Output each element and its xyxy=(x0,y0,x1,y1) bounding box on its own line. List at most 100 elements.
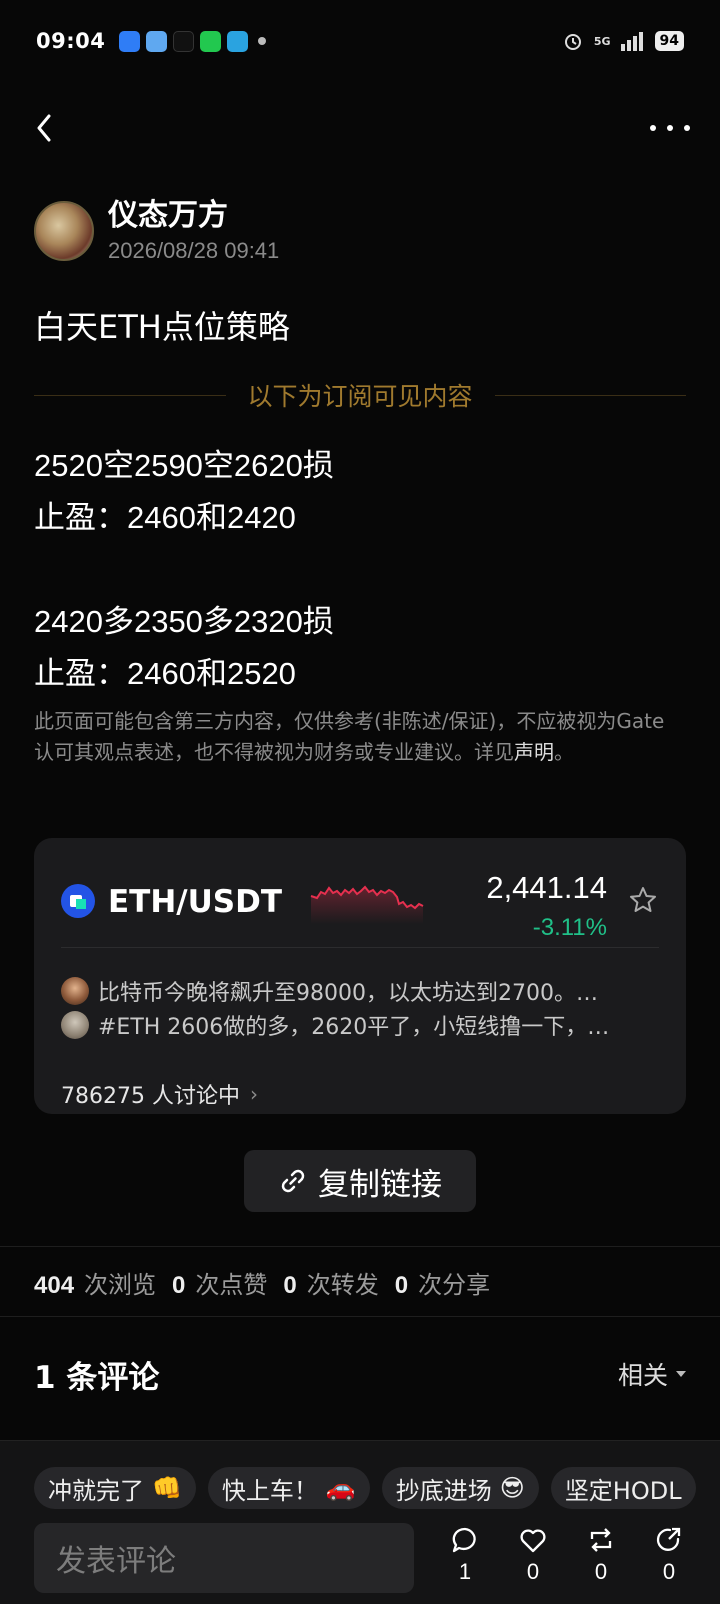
status-app-icons xyxy=(119,30,267,52)
divider-line xyxy=(494,394,687,396)
favorite-star-icon[interactable] xyxy=(627,884,659,916)
comment-sort-dropdown[interactable]: 相关 xyxy=(618,1356,686,1392)
shares-label: 次分享 xyxy=(418,1271,491,1299)
quick-reply-chip[interactable]: 冲就完了 👊 xyxy=(34,1467,196,1509)
fist-emoji-icon: 👊 xyxy=(152,1474,182,1502)
discussion-item[interactable]: 比特币今晚将飙升至98000，以太坊达到2700。… xyxy=(61,974,659,1008)
repost-count: 0 xyxy=(594,1559,608,1584)
disclaimer-end: 。 xyxy=(554,740,574,764)
quick-reply-chip[interactable]: 快上车！ 🚗 xyxy=(207,1467,370,1509)
copy-link-button[interactable]: 复制链接 xyxy=(244,1150,476,1212)
status-right: 5G 94 xyxy=(562,30,684,52)
copy-link-label: 复制链接 xyxy=(318,1166,442,1203)
discussion-count: 786275 人讨论中 xyxy=(61,1084,240,1109)
like-icon xyxy=(520,1529,546,1553)
trading-pair[interactable]: ETH/USDT xyxy=(108,884,282,920)
quick-reply-text: 坚定HODL xyxy=(564,1476,682,1505)
chat-app-icon xyxy=(200,30,222,52)
battery-indicator: 94 xyxy=(654,31,684,51)
user-avatar xyxy=(61,977,89,1005)
screen: 09:04 5G 94 仪态万方 2026/08/28 09:41 白天ETH点… xyxy=(0,0,720,1604)
weather-app-icon xyxy=(146,30,168,52)
pair-price: 2,441.14 xyxy=(486,870,607,905)
browser-app-icon xyxy=(119,30,141,52)
post-actions: 1 0 0 0 xyxy=(446,1525,688,1585)
shares-count: 0 xyxy=(394,1272,409,1299)
comment-count: 1 xyxy=(458,1559,472,1584)
content-line: 2520空2590空2620损 xyxy=(34,448,334,483)
author-name[interactable]: 仪态万方 xyxy=(108,198,279,234)
comment-placeholder: 发表评论 xyxy=(56,1544,176,1579)
chevron-right-icon: › xyxy=(249,1082,258,1106)
post-timestamp: 2026/08/28 09:41 xyxy=(108,238,280,263)
notification-dot-icon xyxy=(258,37,267,45)
reposts-label: 次转发 xyxy=(306,1271,379,1299)
price-sparkline xyxy=(310,885,424,924)
pair-change: -3.11% xyxy=(532,914,607,941)
subscriber-divider: 以下为订阅可见内容 xyxy=(34,380,687,411)
repost-icon xyxy=(590,1528,612,1552)
like-count: 0 xyxy=(526,1559,540,1584)
likes-count: 0 xyxy=(172,1272,186,1299)
signal-icon xyxy=(620,32,643,51)
reposts-count: 0 xyxy=(283,1272,297,1299)
author-info: 仪态万方 2026/08/28 09:41 xyxy=(108,198,279,264)
quick-reply-chip[interactable]: 坚定HODL xyxy=(550,1467,696,1509)
share-icon xyxy=(656,1527,681,1551)
quick-reply-text: 快上车！ xyxy=(221,1476,318,1505)
more-options-button[interactable] xyxy=(650,118,690,138)
content-line: 止盈：2460和2520 xyxy=(34,656,296,691)
content-line: 2420多2350多2320损 xyxy=(34,604,334,639)
divider xyxy=(0,1246,720,1247)
disclaimer-link[interactable]: 声明 xyxy=(514,740,554,764)
quick-reply-chip[interactable]: 抄底进场 😎 xyxy=(381,1467,539,1509)
more-dot-icon xyxy=(684,125,690,131)
discussion-text: #ETH 2606做的多，2620平了，小短线撸一下，… xyxy=(98,1015,610,1040)
market-card[interactable]: ETH/USDT 2,441.14 -3.11% 比特币今晚将飙升至98000，… xyxy=(34,838,686,1114)
comments-title: 1 条评论 xyxy=(34,1360,160,1396)
views-count: 404 xyxy=(34,1272,75,1299)
subscriber-only-label: 以下为订阅可见内容 xyxy=(247,382,473,411)
user-avatar xyxy=(61,1011,89,1039)
author-avatar[interactable] xyxy=(34,201,94,261)
discussion-count-link[interactable]: 786275 人讨论中 › xyxy=(61,1078,258,1110)
link-icon xyxy=(281,1169,305,1193)
comment-action[interactable]: 1 xyxy=(446,1525,484,1585)
discussion-item[interactable]: #ETH 2606做的多，2620平了，小短线撸一下，… xyxy=(61,1008,659,1042)
views-label: 次浏览 xyxy=(84,1271,157,1299)
tiktok-app-icon xyxy=(173,30,195,52)
gate-coin-icon xyxy=(61,884,95,918)
status-time: 09:04 xyxy=(36,29,106,53)
market-discussions: 比特币今晚将飙升至98000，以太坊达到2700。… #ETH 2606做的多，… xyxy=(61,974,659,1042)
like-action[interactable]: 0 xyxy=(514,1525,552,1585)
sort-label: 相关 xyxy=(617,1361,668,1390)
post-content: 2520空2590空2620损 止盈：2460和2420 2420多2350多2… xyxy=(34,440,334,700)
discussion-text: 比特币今晚将飙升至98000，以太坊达到2700。… xyxy=(98,981,598,1006)
quick-replies: 冲就完了 👊 快上车！ 🚗 抄底进场 😎 坚定HODL xyxy=(34,1467,696,1509)
quick-reply-text: 抄底进场 xyxy=(395,1476,492,1505)
share-count: 0 xyxy=(662,1559,676,1584)
divider-line xyxy=(34,394,226,396)
market-card-header[interactable]: ETH/USDT 2,441.14 -3.11% xyxy=(61,858,659,948)
alarm-icon xyxy=(564,34,581,50)
disclaimer: 此页面可能包含第三方内容，仅供参考(非陈述/保证)，不应被视为Gate认可其观点… xyxy=(34,706,680,768)
post-title: 白天ETH点位策略 xyxy=(34,308,290,346)
car-emoji-icon: 🚗 xyxy=(325,1474,356,1502)
caret-down-icon xyxy=(676,1371,686,1377)
more-dot-icon xyxy=(667,125,673,131)
chevron-left-icon xyxy=(37,114,51,142)
bottom-bar: 冲就完了 👊 快上车！ 🚗 抄底进场 😎 坚定HODL 发表评论 1 0 0 0 xyxy=(0,1440,720,1604)
quick-reply-text: 冲就完了 xyxy=(48,1476,144,1505)
comment-input[interactable]: 发表评论 xyxy=(34,1523,414,1593)
author-header[interactable]: 仪态万方 2026/08/28 09:41 xyxy=(34,198,279,264)
sunglasses-emoji-icon: 😎 xyxy=(499,1474,525,1502)
likes-label: 次点赞 xyxy=(195,1271,268,1299)
more-dot-icon xyxy=(650,125,656,131)
post-stats: 404 次浏览 0 次点赞 0 次转发 0 次分享 xyxy=(34,1265,506,1300)
comment-icon xyxy=(452,1527,476,1553)
back-button[interactable] xyxy=(30,110,60,146)
divider xyxy=(0,1316,720,1317)
repost-action[interactable]: 0 xyxy=(582,1525,620,1585)
share-action[interactable]: 0 xyxy=(650,1525,688,1585)
